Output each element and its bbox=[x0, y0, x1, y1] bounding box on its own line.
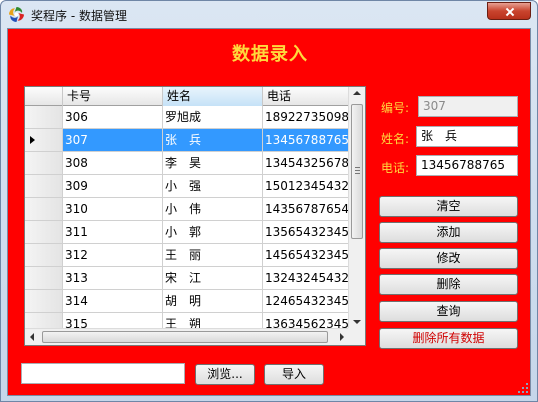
main-panel: 数据录入 卡号 姓名 电话 306 罗旭成 18922735098 307 张 兵 134… bbox=[7, 28, 531, 396]
add-button[interactable]: 添加 bbox=[379, 222, 518, 243]
phone-cell[interactable]: 13565432345 bbox=[263, 221, 349, 243]
name-cell[interactable]: 小 郭 bbox=[163, 221, 263, 243]
table-row[interactable]: 310 小 伟 14356787654 bbox=[25, 198, 349, 221]
card-number-cell[interactable]: 310 bbox=[63, 198, 163, 220]
scroll-left-arrow-icon[interactable] bbox=[30, 333, 34, 341]
row-header[interactable] bbox=[25, 152, 63, 174]
table-row[interactable]: 313 宋 江 13243245432 bbox=[25, 267, 349, 290]
phone-cell[interactable]: 14356787654 bbox=[263, 198, 349, 220]
column-header-card-number[interactable]: 卡号 bbox=[63, 87, 163, 106]
phone-cell[interactable]: 15012345432 bbox=[263, 175, 349, 197]
file-path-input[interactable] bbox=[21, 363, 185, 384]
id-label: 编号: bbox=[381, 101, 410, 115]
phone-cell[interactable]: 18922735098 bbox=[263, 106, 349, 128]
table-row[interactable]: 306 罗旭成 18922735098 bbox=[25, 106, 349, 129]
current-row-arrow-icon bbox=[30, 136, 35, 144]
phone-field[interactable]: 13456788765 bbox=[416, 155, 518, 176]
page-heading: 数据录入 bbox=[232, 44, 308, 65]
query-button[interactable]: 查询 bbox=[379, 301, 518, 322]
import-button[interactable]: 导入 bbox=[264, 364, 324, 385]
card-number-cell[interactable]: 314 bbox=[63, 290, 163, 312]
name-cell[interactable]: 小 强 bbox=[163, 175, 263, 197]
scroll-down-arrow-icon[interactable] bbox=[353, 320, 361, 324]
close-button[interactable] bbox=[487, 2, 531, 20]
name-cell[interactable]: 小 伟 bbox=[163, 198, 263, 220]
edit-button[interactable]: 修改 bbox=[379, 248, 518, 269]
vertical-scroll-thumb[interactable] bbox=[351, 104, 363, 239]
name-cell[interactable]: 罗旭成 bbox=[163, 106, 263, 128]
app-window: 奖程序 - 数据管理 数据录入 卡号 姓名 电话 306 罗旭成 189227350… bbox=[0, 0, 538, 402]
delete-button[interactable]: 删除 bbox=[379, 274, 518, 295]
scroll-up-arrow-icon[interactable] bbox=[353, 91, 361, 95]
card-number-cell[interactable]: 306 bbox=[63, 106, 163, 128]
scroll-right-arrow-icon[interactable] bbox=[340, 333, 344, 341]
clear-button[interactable]: 清空 bbox=[379, 196, 518, 217]
vertical-scrollbar[interactable] bbox=[348, 87, 365, 329]
name-cell[interactable]: 宋 江 bbox=[163, 267, 263, 289]
table-row[interactable]: 308 李 昊 13454325678 bbox=[25, 152, 349, 175]
grid-rows: 306 罗旭成 18922735098 307 张 兵 13456788765 308 李 昊… bbox=[25, 106, 349, 336]
card-number-cell[interactable]: 308 bbox=[63, 152, 163, 174]
horizontal-scrollbar[interactable] bbox=[25, 328, 349, 345]
app-swirl-icon bbox=[9, 7, 24, 22]
title-bar[interactable]: 奖程序 - 数据管理 bbox=[1, 1, 537, 28]
column-header-phone[interactable]: 电话 bbox=[263, 87, 349, 106]
table-row[interactable]: 307 张 兵 13456788765 bbox=[25, 129, 349, 152]
phone-cell[interactable]: 12465432345 bbox=[263, 290, 349, 312]
table-row[interactable]: 312 王 丽 14565432345 bbox=[25, 244, 349, 267]
name-cell[interactable]: 王 丽 bbox=[163, 244, 263, 266]
card-number-cell[interactable]: 312 bbox=[63, 244, 163, 266]
horizontal-scroll-thumb[interactable] bbox=[42, 331, 328, 343]
row-header[interactable] bbox=[25, 106, 63, 128]
table-row[interactable]: 314 胡 明 12465432345 bbox=[25, 290, 349, 313]
column-header-name[interactable]: 姓名 bbox=[163, 87, 263, 106]
name-field[interactable]: 张 兵 bbox=[416, 126, 518, 147]
phone-cell[interactable]: 13243245432 bbox=[263, 267, 349, 289]
browse-button[interactable]: 浏览... bbox=[195, 364, 255, 385]
row-header[interactable] bbox=[25, 175, 63, 197]
row-header[interactable] bbox=[25, 290, 63, 312]
window-title: 奖程序 - 数据管理 bbox=[31, 9, 127, 23]
scrollbar-corner bbox=[348, 328, 365, 345]
card-number-cell[interactable]: 313 bbox=[63, 267, 163, 289]
data-grid[interactable]: 卡号 姓名 电话 306 罗旭成 18922735098 307 张 兵 13456788… bbox=[24, 86, 366, 346]
row-header[interactable] bbox=[25, 198, 63, 220]
row-header[interactable] bbox=[25, 129, 63, 151]
name-cell[interactable]: 张 兵 bbox=[163, 129, 263, 151]
row-header[interactable] bbox=[25, 221, 63, 243]
resize-grip-icon[interactable] bbox=[518, 383, 528, 393]
delete-all-button[interactable]: 删除所有数据 bbox=[379, 328, 518, 349]
grid-header: 卡号 姓名 电话 bbox=[25, 87, 349, 106]
phone-label: 电话: bbox=[381, 161, 410, 175]
phone-cell[interactable]: 13454325678 bbox=[263, 152, 349, 174]
name-cell[interactable]: 胡 明 bbox=[163, 290, 263, 312]
card-number-cell[interactable]: 309 bbox=[63, 175, 163, 197]
card-number-cell[interactable]: 311 bbox=[63, 221, 163, 243]
phone-cell[interactable]: 14565432345 bbox=[263, 244, 349, 266]
grip-icon bbox=[355, 167, 360, 174]
row-header-corner bbox=[25, 87, 63, 106]
name-label: 姓名: bbox=[381, 132, 410, 146]
table-row[interactable]: 311 小 郭 13565432345 bbox=[25, 221, 349, 244]
phone-cell[interactable]: 13456788765 bbox=[263, 129, 349, 151]
row-header[interactable] bbox=[25, 244, 63, 266]
id-field: 307 bbox=[418, 96, 518, 117]
card-number-cell[interactable]: 307 bbox=[63, 129, 163, 151]
name-cell[interactable]: 李 昊 bbox=[163, 152, 263, 174]
table-row[interactable]: 309 小 强 15012345432 bbox=[25, 175, 349, 198]
row-header[interactable] bbox=[25, 267, 63, 289]
